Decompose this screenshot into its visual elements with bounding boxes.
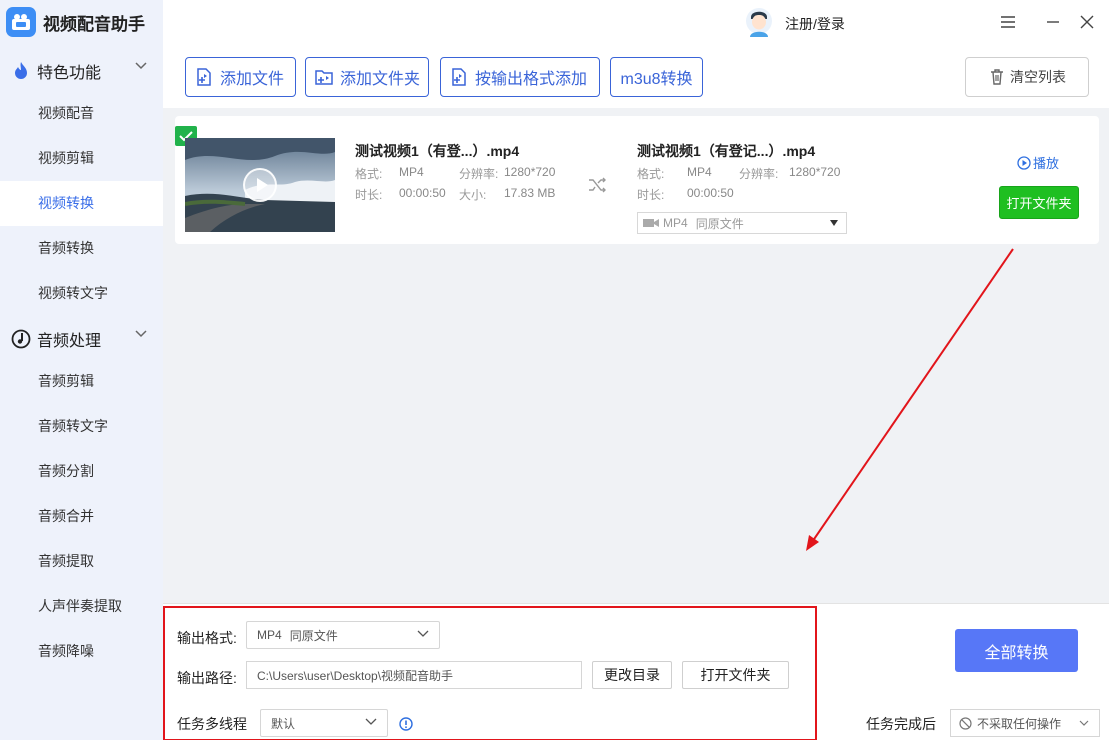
video-thumbnail[interactable] xyxy=(185,138,335,232)
source-resolution-label: 分辨率: xyxy=(459,167,499,181)
convert-all-button[interactable]: 全部转换 xyxy=(955,629,1078,672)
sidebar-item-video-convert[interactable]: 视频转换 xyxy=(0,181,163,226)
sidebar-item-audio-merge[interactable]: 音频合并 xyxy=(0,494,163,539)
source-size-value: 17.83 MB xyxy=(504,186,556,200)
play-circle-icon xyxy=(1017,155,1031,170)
add-folder-button[interactable]: 添加文件夹 xyxy=(305,57,429,97)
source-duration-label: 时长: xyxy=(355,188,383,202)
sidebar-item-audio-denoise[interactable]: 音频降噪 xyxy=(0,629,163,674)
multithread-dropdown[interactable]: 默认 xyxy=(260,709,388,737)
sidebar-item-audio-to-text[interactable]: 音频转文字 xyxy=(0,404,163,449)
output-format-dropdown[interactable]: MP4 同原文件 xyxy=(246,621,440,649)
sidebar-item-vocal-extract[interactable]: 人声伴奏提取 xyxy=(0,584,163,629)
file-list: 测试视频1（有登...）.mp4 格式: MP4 分辨率: 1280*720 时… xyxy=(163,108,1109,603)
output-format-select[interactable]: MP4 同原文件 xyxy=(637,212,847,234)
after-complete-value: 不采取任何操作 xyxy=(977,716,1062,731)
avatar[interactable] xyxy=(745,7,773,37)
source-resolution-value: 1280*720 xyxy=(504,165,556,179)
sidebar-item-video-edit[interactable]: 视频剪辑 xyxy=(0,136,163,181)
chevron-down-icon xyxy=(135,330,147,338)
clear-list-label: 清空列表 xyxy=(1010,69,1066,85)
sidebar-item-video-to-text[interactable]: 视频转文字 xyxy=(0,271,163,316)
output-format-value: MP4 xyxy=(687,165,712,179)
nav-group-featured[interactable]: 特色功能 xyxy=(0,48,163,93)
sidebar: 视频配音助手 特色功能 视频配音 视频剪辑 视频转换 音频转换 视频转文字 音频… xyxy=(0,0,163,740)
change-directory-button[interactable]: 更改目录 xyxy=(592,661,672,689)
add-file-icon xyxy=(197,68,211,86)
music-note-icon xyxy=(10,328,32,350)
source-file-name: 测试视频1（有登...）.mp4 xyxy=(355,143,520,159)
login-link[interactable]: 注册/登录 xyxy=(785,14,845,34)
nav-group-audio[interactable]: 音频处理 xyxy=(0,316,163,361)
add-folder-icon xyxy=(315,70,333,85)
output-duration-label: 时长: xyxy=(637,188,665,202)
chevron-down-icon xyxy=(417,630,429,637)
app-title-bar: 视频配音助手 xyxy=(0,0,163,44)
close-icon[interactable] xyxy=(1077,12,1097,32)
sidebar-item-audio-convert[interactable]: 音频转换 xyxy=(0,226,163,271)
add-file-button[interactable]: 添加文件 xyxy=(185,57,296,97)
source-format-label: 格式: xyxy=(355,167,383,181)
header: 注册/登录 xyxy=(163,0,1109,46)
clear-list-button[interactable]: 清空列表 xyxy=(965,57,1089,97)
source-format-value: MP4 xyxy=(399,165,424,179)
nav-group-audio-label: 音频处理 xyxy=(37,332,102,350)
m3u8-convert-button[interactable]: m3u8转换 xyxy=(610,57,703,97)
output-settings-panel: 输出格式: MP4 同原文件 输出路径: 更改目录 打开文件夹 任务多线程 默认… xyxy=(163,603,1109,740)
sidebar-item-audio-split[interactable]: 音频分割 xyxy=(0,449,163,494)
multithread-label: 任务多线程 xyxy=(177,716,247,732)
after-complete-dropdown[interactable]: 不采取任何操作 xyxy=(950,709,1100,737)
minimize-icon[interactable] xyxy=(1043,12,1063,32)
add-by-format-label: 按输出格式添加 xyxy=(475,71,588,88)
output-path-label: 输出路径: xyxy=(177,670,237,686)
output-resolution-label: 分辨率: xyxy=(739,167,779,181)
output-format-dropdown-value: MP4 xyxy=(257,628,282,642)
trash-icon xyxy=(991,69,1003,85)
toolbar: 添加文件 添加文件夹 按输出格式添加 m3u8转换 清空列表 xyxy=(163,46,1109,108)
output-path-input[interactable] xyxy=(246,661,582,689)
source-size-label: 大小: xyxy=(459,188,487,202)
caret-down-icon xyxy=(830,220,838,226)
add-file-icon xyxy=(452,68,466,86)
open-output-folder-button[interactable]: 打开文件夹 xyxy=(999,186,1079,219)
after-complete-label: 任务完成后 xyxy=(866,716,936,732)
chevron-down-icon xyxy=(1079,720,1089,726)
play-button[interactable]: 播放 xyxy=(1017,153,1059,172)
file-row: 测试视频1（有登...）.mp4 格式: MP4 分辨率: 1280*720 时… xyxy=(175,116,1099,244)
play-label: 播放 xyxy=(1033,156,1060,171)
camera-icon xyxy=(6,7,36,37)
chevron-down-icon xyxy=(135,62,147,70)
app-name: 视频配音助手 xyxy=(43,14,145,34)
nav-group-featured-label: 特色功能 xyxy=(37,64,102,82)
output-format-label: 输出格式: xyxy=(177,630,237,646)
sidebar-item-audio-edit[interactable]: 音频剪辑 xyxy=(0,359,163,404)
play-icon[interactable] xyxy=(243,168,277,202)
shuffle-icon xyxy=(589,177,606,193)
output-file-name: 测试视频1（有登记...）.mp4 xyxy=(637,143,816,159)
open-folder-button[interactable]: 打开文件夹 xyxy=(682,661,789,689)
menu-icon[interactable] xyxy=(998,12,1018,32)
source-duration-value: 00:00:50 xyxy=(399,186,446,200)
add-folder-label: 添加文件夹 xyxy=(340,71,421,88)
sidebar-item-video-dubbing[interactable]: 视频配音 xyxy=(0,91,163,136)
info-icon[interactable] xyxy=(399,717,413,731)
flame-icon xyxy=(10,60,32,82)
video-camera-icon xyxy=(643,219,659,227)
add-by-format-button[interactable]: 按输出格式添加 xyxy=(440,57,600,97)
output-resolution-value: 1280*720 xyxy=(789,165,841,179)
output-quality-dropdown-value: 同原文件 xyxy=(289,628,338,643)
ban-icon xyxy=(959,716,972,730)
output-format-label: 格式: xyxy=(637,167,665,181)
chevron-down-icon xyxy=(365,718,377,725)
sidebar-item-audio-extract[interactable]: 音频提取 xyxy=(0,539,163,584)
add-file-label: 添加文件 xyxy=(220,71,285,88)
output-format-select-value: MP4 xyxy=(663,216,688,230)
m3u8-convert-label: m3u8转换 xyxy=(620,71,693,88)
output-duration-value: 00:00:50 xyxy=(687,186,734,200)
output-quality-select-value: 同原文件 xyxy=(695,216,744,231)
multithread-dropdown-value: 默认 xyxy=(271,716,296,731)
